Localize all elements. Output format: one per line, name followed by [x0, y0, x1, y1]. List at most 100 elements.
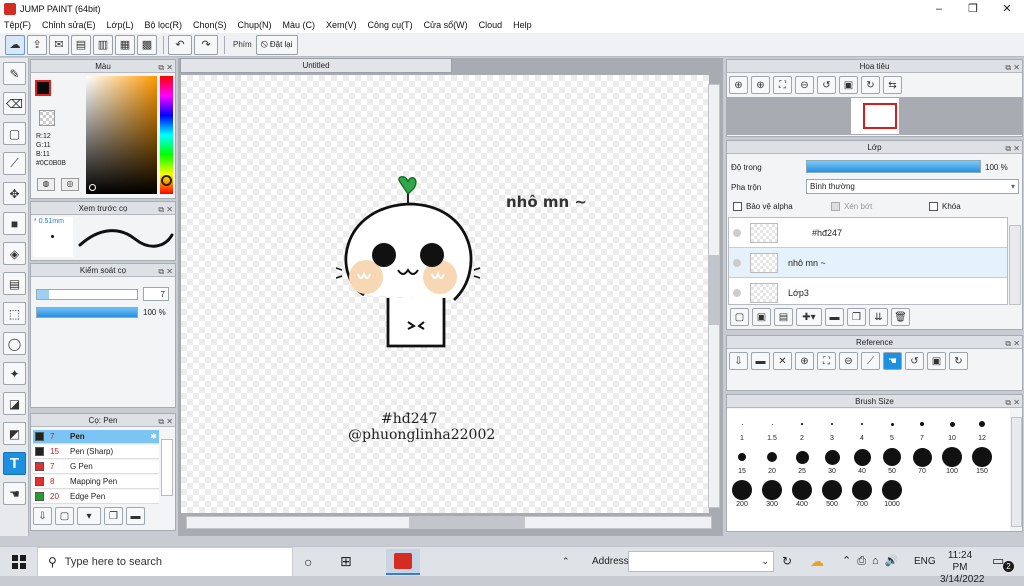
zoom-fit-icon[interactable]: ⊕ [729, 76, 748, 94]
menu-help[interactable]: Help [513, 20, 532, 30]
menu-edit[interactable]: Chỉnh sửa(E) [42, 20, 96, 30]
gear-icon[interactable]: ✱ [150, 432, 157, 441]
brush-size-cell[interactable]: 500 [817, 479, 847, 508]
task-view-icon[interactable]: ⊞ [340, 553, 352, 570]
blend-mode-select[interactable]: Bình thường ▾ [806, 179, 1019, 194]
layer-opacity-slider[interactable] [806, 160, 981, 173]
folder-icon[interactable]: ▬ [126, 507, 145, 525]
brush-size-cell[interactable]: 1000 [877, 479, 907, 508]
color-picker-cursor[interactable] [89, 184, 96, 191]
brush-size-cell[interactable]: 5 [877, 413, 907, 442]
duplicate-layer-icon[interactable]: ❐ [847, 308, 866, 326]
refresh-icon[interactable]: ↻ [782, 554, 792, 568]
new-layer-1bit-icon[interactable]: ▤ [774, 308, 793, 326]
move-tool-icon[interactable]: ✥ [3, 182, 26, 205]
undo-icon[interactable]: ↶ [168, 34, 192, 55]
brush-item[interactable]: 8 Mapping Pen [33, 475, 159, 489]
panel-controls-icon[interactable]: ⧉ ✕ [158, 265, 173, 278]
windows-start-icon[interactable] [12, 555, 26, 569]
select-pen-tool-icon[interactable]: ◪ [3, 392, 26, 415]
layer-visibility-icon[interactable] [733, 288, 741, 297]
gradient-tool-icon[interactable]: ▤ [3, 272, 26, 295]
brush-size-cell[interactable]: 20 [757, 446, 787, 475]
saturation-value-square[interactable] [86, 76, 157, 194]
layer-visibility-icon[interactable] [733, 258, 741, 267]
brush-size-cell[interactable]: 7 [907, 413, 937, 442]
menu-cloud[interactable]: Cloud [479, 20, 503, 30]
navigator-preview[interactable] [727, 97, 1022, 135]
ref-rotate-left-icon[interactable]: ↺ [905, 352, 924, 370]
new-brush-icon[interactable]: ▢ [55, 507, 74, 525]
size-slider[interactable] [36, 289, 138, 300]
panel-controls-icon[interactable]: ⧉ ✕ [158, 415, 173, 428]
clip-option[interactable]: Xén bớt [831, 202, 872, 211]
layer-row[interactable]: Lớp3 [729, 278, 1007, 304]
search-box[interactable]: ⚲ Type here to search [37, 547, 293, 577]
eraser-tool-icon[interactable]: ⌫ [3, 92, 26, 115]
rotate-left-icon[interactable]: ↺ [817, 76, 836, 94]
brush-size-cell[interactable]: 700 [847, 479, 877, 508]
maximize-button[interactable]: ❐ [956, 0, 990, 17]
opacity-slider[interactable] [36, 307, 138, 318]
hand-tool-icon[interactable]: ☚ [3, 482, 26, 505]
transparent-color-swatch[interactable] [39, 110, 55, 126]
layer-folder-icon[interactable]: ▬ [825, 308, 844, 326]
layer-row[interactable]: nhô mn ~ [729, 248, 1007, 278]
address-dropdown-icon[interactable]: ⌄ [761, 556, 769, 567]
vertical-scroll-thumb[interactable] [709, 255, 719, 325]
comment-icon[interactable]: ✉ [49, 34, 69, 55]
ref-download-icon[interactable]: ⇩ [729, 352, 748, 370]
copy-brush-icon[interactable]: ❐ [104, 507, 123, 525]
magic-wand-tool-icon[interactable]: ✦ [3, 362, 26, 385]
share-icon[interactable]: ⇪ [27, 34, 47, 55]
panel-controls-icon[interactable]: ⧉ ✕ [1005, 337, 1020, 350]
horizontal-scroll-thumb[interactable] [409, 517, 525, 528]
bucket-tool-icon[interactable]: ◈ [3, 242, 26, 265]
menu-window[interactable]: Cửa sổ(W) [424, 20, 468, 30]
ref-zoom-in-icon[interactable]: ⊕ [795, 352, 814, 370]
ref-close-icon[interactable]: ✕ [773, 352, 792, 370]
fill-rect-tool-icon[interactable]: ■ [3, 212, 26, 235]
flip-icon[interactable]: ⇆ [883, 76, 902, 94]
address-input[interactable]: ⌄ [628, 551, 774, 572]
brush-size-cell[interactable]: 25 [787, 446, 817, 475]
brush-item[interactable]: 7 Pen ✱ [33, 430, 159, 444]
zoom-in-icon[interactable]: ⊕ [751, 76, 770, 94]
select-eraser-tool-icon[interactable]: ◩ [3, 422, 26, 445]
brush-size-cell[interactable]: 3 [817, 413, 847, 442]
clip-checkbox[interactable] [831, 202, 840, 211]
brush-item[interactable]: 7 G Pen [33, 460, 159, 474]
menu-layer[interactable]: Lớp(L) [107, 20, 134, 30]
page-icon[interactable]: ▦ [115, 34, 135, 55]
document-icon[interactable]: ▥ [93, 34, 113, 55]
lock-checkbox[interactable] [929, 202, 938, 211]
brush-size-cell[interactable]: 30 [817, 446, 847, 475]
brush-size-cell[interactable]: 10 [937, 413, 967, 442]
brush-size-cell[interactable]: 200 [727, 479, 757, 508]
brush-size-cell[interactable]: 1 [727, 413, 757, 442]
picker-icon[interactable]: ◎ [61, 178, 79, 191]
protect-alpha-option[interactable]: Bảo vệ alpha [733, 202, 793, 211]
panel-controls-icon[interactable]: ⧉ ✕ [1005, 396, 1020, 409]
brush-size-cell[interactable]: 300 [757, 479, 787, 508]
layer-list-scrollbar[interactable] [1009, 225, 1021, 305]
navigator-viewport-rect[interactable] [863, 103, 897, 129]
panel-controls-icon[interactable]: ⧉ ✕ [1005, 61, 1020, 74]
layer-row[interactable]: #hđ247 [729, 218, 1007, 248]
drawing-canvas[interactable]: nhô mn ~ #hđ247 @phuonglinha22002 [181, 75, 709, 513]
panel-controls-icon[interactable]: ⧉ ✕ [158, 203, 173, 216]
minimize-button[interactable]: – [922, 0, 956, 17]
system-tray-icons[interactable]: ⌃⎙⌂🔊 [842, 554, 904, 568]
clock[interactable]: 11:24 PM 3/14/2022 [940, 550, 985, 586]
close-button[interactable]: ✕ [990, 0, 1024, 17]
menu-file[interactable]: Tệp(F) [4, 20, 31, 30]
panel-controls-icon[interactable]: ⧉ ✕ [158, 61, 173, 74]
brush-size-cell[interactable]: 1.5 [757, 413, 787, 442]
dropper-tool-icon[interactable]: ⟋ [3, 152, 26, 175]
panel-controls-icon[interactable]: ⧉ ✕ [1005, 142, 1020, 155]
ref-zoom-out-icon[interactable]: ⊖ [839, 352, 858, 370]
ref-rotate-right-icon[interactable]: ↻ [949, 352, 968, 370]
brush-item[interactable]: 20 Edge Pen [33, 490, 159, 504]
reset-view-icon[interactable]: ▣ [839, 76, 858, 94]
brush-size-cell[interactable]: 40 [847, 446, 877, 475]
